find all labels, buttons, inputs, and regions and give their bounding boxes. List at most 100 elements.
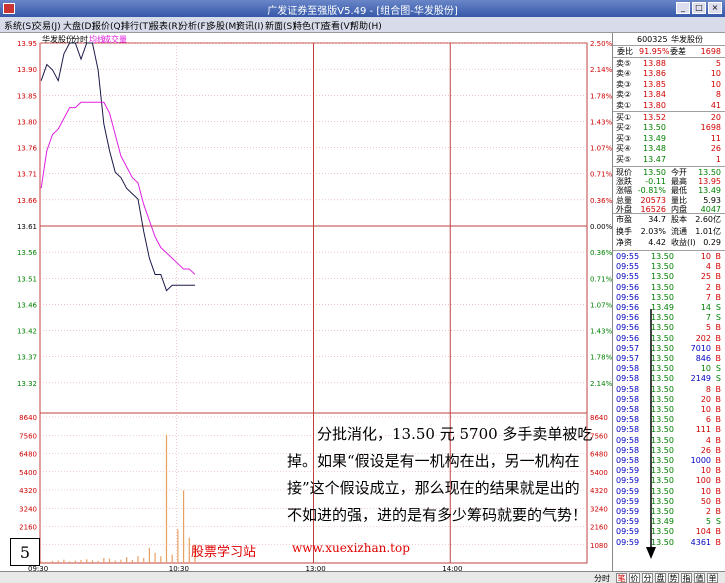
- menu-item[interactable]: 排行(T): [121, 19, 152, 32]
- tick-row: 09:58 13.50 111 B: [613, 425, 725, 434]
- menu-item[interactable]: 特色(T): [293, 19, 324, 32]
- ask-label: 卖③: [616, 79, 632, 89]
- tick-volume: 7: [705, 292, 711, 302]
- tick-time: 09:58: [616, 405, 640, 414]
- maximize-button[interactable]: □: [692, 2, 706, 14]
- quote-panel: 600325 华发股份 委比 91.95% 委差 1698 卖⑤ 13.88 5 卖④…: [612, 33, 725, 571]
- ask-row: 卖② 13.84 8: [613, 90, 725, 99]
- tick-volume: 111: [695, 425, 711, 435]
- menu-item[interactable]: 分析(F): [179, 19, 209, 32]
- bid-price: 13.50: [643, 123, 666, 133]
- menu-item[interactable]: 多股(M): [207, 19, 240, 32]
- tab-bi[interactable]: 笔: [616, 573, 627, 583]
- fund-value: 2.60亿: [695, 215, 721, 224]
- stat-label: 今开: [671, 168, 687, 177]
- ask-row: 卖④ 13.86 10: [613, 69, 725, 78]
- tick-price: 13.50: [651, 252, 674, 261]
- tick-row: 09:57 13.50 846 B: [613, 354, 725, 363]
- menu-item[interactable]: 大盘(D): [63, 19, 95, 32]
- pct-tick-label: 0.71%: [590, 171, 612, 179]
- tick-row: 09:57 13.50 7010 B: [613, 344, 725, 353]
- tick-volume: 26: [700, 445, 711, 455]
- bid-volume: 1: [715, 154, 721, 164]
- ask-label: 卖⑤: [616, 59, 632, 68]
- tab-zhi2[interactable]: 值: [694, 573, 705, 583]
- minimize-button[interactable]: _: [676, 2, 690, 14]
- tab-shi[interactable]: 势: [668, 573, 679, 583]
- menu-item[interactable]: 报表(R): [150, 19, 181, 32]
- tick-time: 09:56: [616, 323, 640, 333]
- pct-tick-label: 0.36%: [590, 249, 612, 257]
- tick-time: 09:56: [616, 303, 640, 312]
- bid-label: 买④: [616, 144, 632, 154]
- menu-item[interactable]: 系统(S): [4, 19, 35, 32]
- divider: [613, 57, 725, 58]
- fund-value: 1.01亿: [695, 226, 721, 236]
- pct-tick-label: 1.07%: [590, 301, 612, 309]
- bottom-bar: 分时 笔 价 分 盘 势 指 值 单: [0, 571, 725, 583]
- tick-volume: 104: [695, 527, 711, 537]
- tick-time: 09:56: [616, 333, 640, 343]
- bid-price: 13.48: [643, 144, 666, 154]
- stat-value: 13.49: [698, 186, 721, 196]
- pct-tick-label: 1.78%: [590, 354, 612, 362]
- tick-time: 09:58: [616, 394, 640, 404]
- pct-tick-label: 2.14%: [590, 380, 612, 388]
- close-button[interactable]: ×: [708, 2, 722, 14]
- tab-zhi[interactable]: 指: [681, 573, 692, 583]
- tick-direction: B: [715, 496, 722, 506]
- menu-item[interactable]: 新面(S): [265, 19, 296, 32]
- tick-volume: 10: [700, 486, 711, 496]
- mode-label[interactable]: 分时: [594, 573, 610, 583]
- tab-dan[interactable]: 单: [707, 573, 718, 583]
- tick-row: 09:58 13.50 26 B: [613, 446, 725, 455]
- stat-value: -0.11: [645, 177, 666, 187]
- tick-row: 09:58 13.50 1000 B: [613, 456, 725, 465]
- tick-row: 09:58 13.50 10 S: [613, 364, 725, 373]
- tick-row: 09:56 13.50 7 B: [613, 293, 725, 302]
- tick-time: 09:58: [616, 374, 640, 384]
- stock-code: 600325: [637, 35, 668, 44]
- fund-label: 流通: [671, 226, 687, 236]
- tick-direction: B: [715, 445, 722, 455]
- tab-fen[interactable]: 分: [642, 573, 653, 583]
- tick-time: 09:56: [616, 282, 640, 292]
- tick-direction: S: [715, 374, 721, 384]
- menu-item[interactable]: 交易(J): [33, 19, 61, 32]
- tick-time: 09:58: [616, 384, 640, 394]
- quote-stat-row: 涨幅 -0.81% 最低 13.49: [613, 186, 725, 195]
- tab-pan[interactable]: 盘: [655, 573, 666, 583]
- ask-volume: 8: [715, 90, 721, 100]
- tab-jia[interactable]: 价: [629, 573, 640, 583]
- tick-time: 09:57: [616, 354, 640, 363]
- divider: [613, 45, 725, 46]
- tick-time: 09:56: [616, 292, 640, 302]
- stat-value: -0.81%: [637, 186, 666, 196]
- pct-tick-label: 1.07%: [590, 145, 612, 153]
- tick-price: 13.50: [651, 292, 674, 302]
- wecha-value: 1698: [700, 47, 721, 56]
- tick-direction: B: [715, 272, 722, 282]
- tick-row: 09:58 13.50 6 B: [613, 415, 725, 424]
- menu-item[interactable]: 资讯(I): [236, 19, 264, 32]
- tick-direction: B: [715, 415, 722, 425]
- tick-time: 09:58: [616, 364, 640, 374]
- scroll-arrow-icon: [646, 309, 656, 559]
- price-tick-label: 13.66: [17, 197, 38, 205]
- tick-time: 09:55: [616, 272, 640, 282]
- menu-item[interactable]: 查看(V): [322, 19, 353, 32]
- stat-value: 5.93: [703, 195, 721, 205]
- tick-direction: B: [715, 425, 722, 435]
- volume-tick-label: 8640: [19, 414, 37, 422]
- menu-item[interactable]: 报价(Q): [92, 19, 124, 32]
- tick-direction: S: [715, 517, 721, 527]
- tick-price: 13.50: [651, 262, 674, 272]
- divider: [613, 250, 725, 251]
- divider: [613, 166, 725, 167]
- bid-row: 买② 13.50 1698: [613, 123, 725, 132]
- tick-direction: B: [715, 394, 722, 404]
- bid-row: 买④ 13.48 26: [613, 144, 725, 153]
- menu-item[interactable]: 帮助(H): [350, 19, 382, 32]
- bid-price: 13.49: [643, 133, 666, 143]
- bid-row: 买① 13.52 20: [613, 113, 725, 122]
